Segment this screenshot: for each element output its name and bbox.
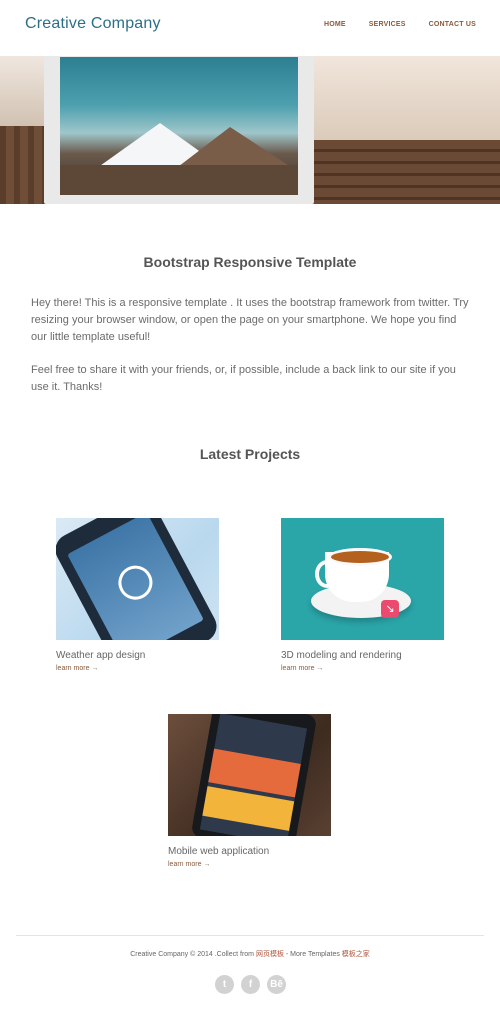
project-card-3d: ↘ 3D modeling and rendering learn more → xyxy=(281,518,444,672)
project-title[interactable]: Weather app design xyxy=(56,650,219,661)
main-nav: HOME SERVICES CONTACT US xyxy=(301,21,476,28)
valley-ground xyxy=(60,165,298,195)
project-card-weather: Weather app design learn more → xyxy=(56,518,219,672)
intro-paragraph-2: Feel free to share it with your friends,… xyxy=(31,364,456,393)
project-card-mobile: Mobile web application learn more → xyxy=(168,714,331,868)
weather-icon xyxy=(112,559,159,606)
phone-screen xyxy=(67,518,204,640)
twitter-icon[interactable]: t xyxy=(215,975,234,994)
social-links: t f Bē xyxy=(215,975,286,994)
learn-more-link[interactable]: learn more → xyxy=(281,665,444,672)
app-badge-icon: ↘ xyxy=(381,600,399,618)
facebook-icon[interactable]: f xyxy=(241,975,260,994)
footer-separator: - More Templates xyxy=(283,951,342,958)
project-thumb-3d[interactable]: ↘ xyxy=(281,518,444,640)
project-title[interactable]: Mobile web application xyxy=(168,846,331,857)
copyright-text: Creative Company © 2014 .Collect from xyxy=(130,951,256,958)
nav-contact-us[interactable]: CONTACT US xyxy=(429,21,476,28)
project-thumb-mobile[interactable] xyxy=(168,714,331,836)
hero-image xyxy=(0,56,500,204)
phone-image xyxy=(56,518,219,640)
nav-home[interactable]: HOME xyxy=(324,21,346,28)
project-thumb-weather[interactable] xyxy=(56,518,219,640)
hero-window-right xyxy=(300,56,500,146)
project-title[interactable]: 3D modeling and rendering xyxy=(281,650,444,661)
footer-copyright: Creative Company © 2014 .Collect from 网页… xyxy=(0,949,500,959)
intro-paragraph-1: Hey there! This is a responsive template… xyxy=(31,297,469,343)
hero-table-right xyxy=(310,140,500,204)
phone-image xyxy=(190,714,318,836)
laptop-screen xyxy=(60,57,298,195)
learn-more-link[interactable]: learn more → xyxy=(56,665,219,672)
footer-link-1[interactable]: 网页模板 xyxy=(256,951,284,958)
nav-services[interactable]: SERVICES xyxy=(369,21,406,28)
projects-title: Latest Projects xyxy=(199,446,301,462)
intro-title: Bootstrap Responsive Template xyxy=(143,254,357,270)
footer-link-2[interactable]: 模板之家 xyxy=(342,951,370,958)
footer-divider xyxy=(16,935,484,936)
behance-icon[interactable]: Bē xyxy=(267,975,286,994)
site-header: Creative Company HOME SERVICES CONTACT U… xyxy=(0,0,500,56)
tea-image xyxy=(328,548,392,566)
learn-more-link[interactable]: learn more → xyxy=(168,861,331,868)
brand-logo-link[interactable]: Creative Company xyxy=(25,15,161,33)
hero-laptop xyxy=(44,56,314,204)
